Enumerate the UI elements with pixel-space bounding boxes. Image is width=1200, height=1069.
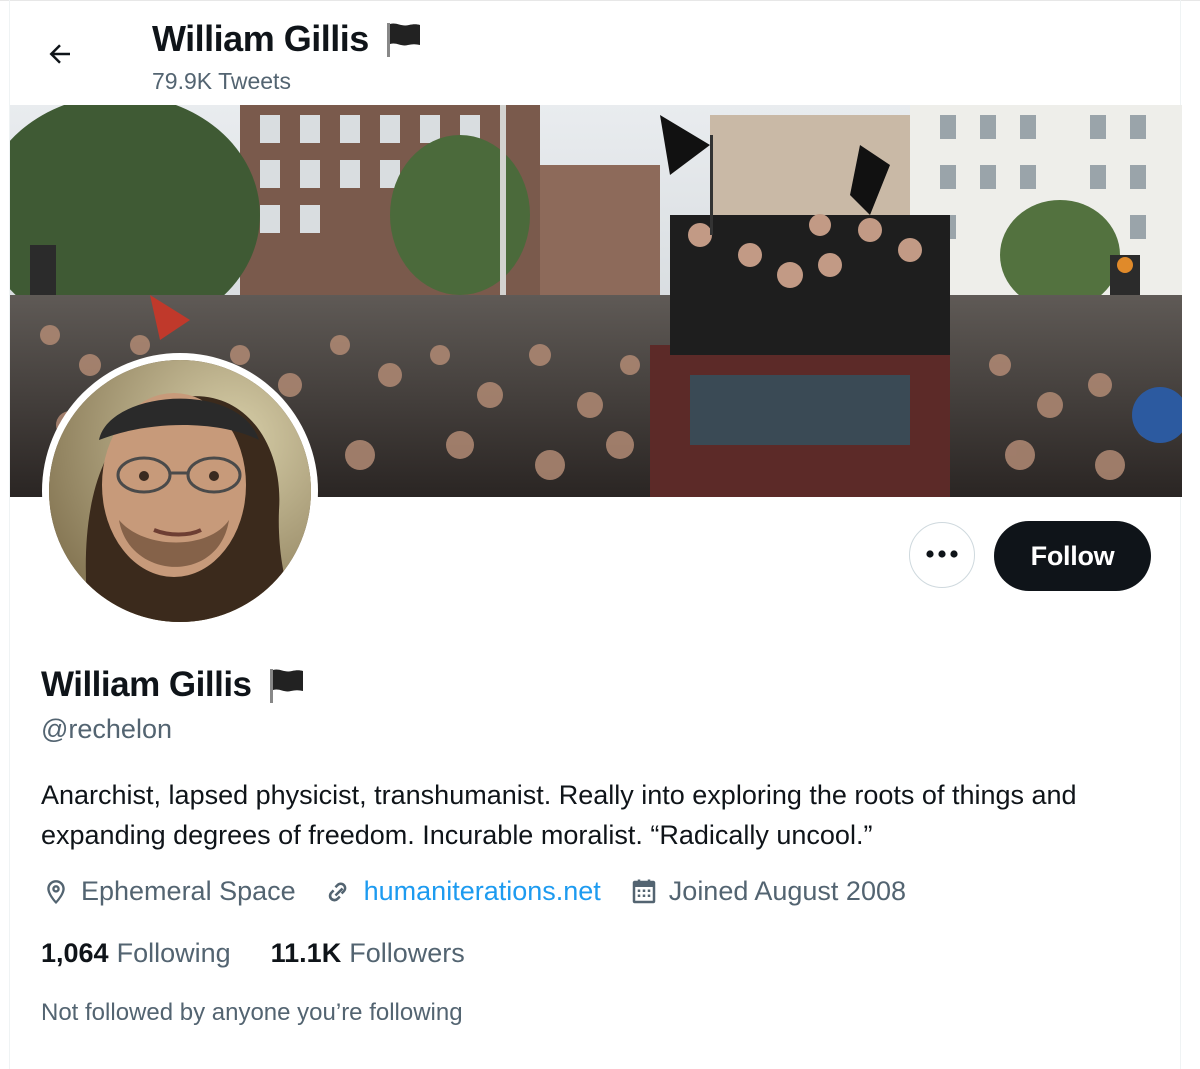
profile-name: William Gillis (41, 665, 306, 705)
profile-photo (49, 360, 311, 622)
more-options-button[interactable] (909, 522, 975, 588)
following-link[interactable]: 1,064 Following (41, 938, 231, 969)
profile-bio: Anarchist, lapsed physicist, transhumani… (41, 780, 1077, 850)
followers-link[interactable]: 11.1K Followers (271, 938, 465, 969)
location-pin-icon (41, 877, 71, 907)
location-text: Ephemeral Space (81, 876, 296, 906)
website-link[interactable]: humaniterations.net (364, 876, 601, 907)
website-item[interactable]: humaniterations.net (324, 876, 601, 907)
follow-stats: 1,064 Following 11.1K Followers (41, 938, 505, 969)
back-button[interactable] (36, 36, 84, 76)
joined-text: Joined August 2008 (668, 876, 906, 906)
header-name-text: William Gillis (152, 18, 369, 59)
tweet-count: 79.9K Tweets (152, 68, 291, 94)
profile-avatar[interactable] (42, 353, 318, 629)
black-flag-icon (383, 19, 423, 59)
header-title: William Gillis (152, 18, 423, 60)
calendar-icon (629, 877, 659, 907)
following-label: Following (116, 938, 231, 968)
arrow-left-icon (45, 39, 75, 74)
follow-button[interactable]: Follow (994, 521, 1151, 591)
profile-meta: Ephemeral Space humaniterations.net Join… (41, 876, 934, 907)
profile-handle: @rechelon (41, 714, 172, 744)
location-item: Ephemeral Space (41, 876, 296, 907)
followed-by-note: Not followed by anyone you’re following (41, 999, 463, 1026)
joined-item: Joined August 2008 (629, 876, 906, 907)
following-count: 1,064 (41, 938, 109, 968)
link-icon (324, 877, 354, 907)
profile-header-bar: William Gillis 79.9K Tweets (0, 0, 1200, 104)
black-flag-icon (266, 665, 306, 705)
profile-name-text: William Gillis (41, 665, 252, 704)
more-horizontal-icon (925, 546, 959, 564)
followers-count: 11.1K (270, 938, 342, 968)
followers-label: Followers (349, 938, 465, 968)
